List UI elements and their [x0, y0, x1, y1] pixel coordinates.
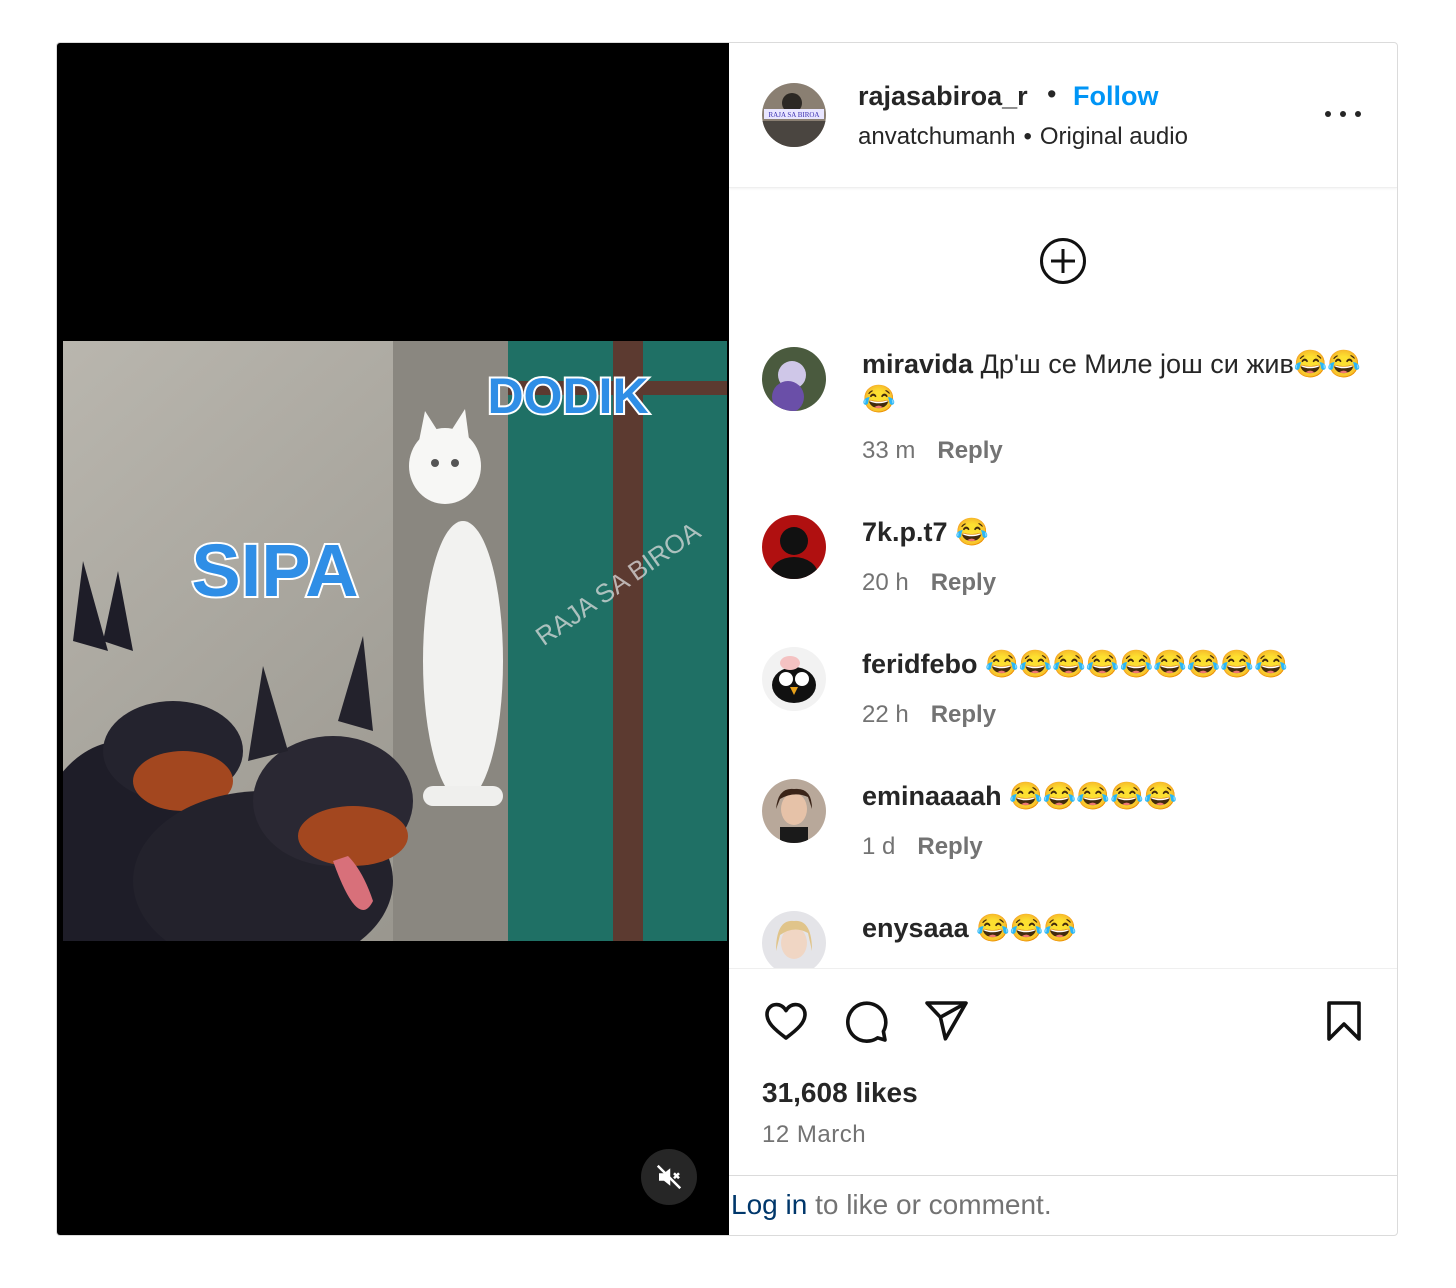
video-still: SIPA DODIK RAJA SA BIROA	[63, 341, 727, 941]
commenter-avatar[interactable]	[762, 911, 826, 968]
comment-username[interactable]: feridfebo	[862, 649, 978, 679]
like-button[interactable]	[762, 997, 810, 1045]
comment-text: 😂😂😂	[976, 913, 1077, 943]
audio-title[interactable]: Original audio	[1040, 123, 1188, 150]
comment-username[interactable]: enysaaa	[862, 913, 969, 943]
commenter-avatar[interactable]	[762, 779, 826, 843]
actions-divider	[729, 968, 1397, 969]
comment-time: 1 d	[862, 833, 896, 860]
add-comment-button[interactable]	[1038, 236, 1088, 286]
comment-text: 😂	[955, 517, 989, 547]
reply-button[interactable]: Reply	[917, 833, 982, 860]
svg-text:RAJA SA BIROA: RAJA SA BIROA	[769, 111, 820, 119]
comment-time: 33 m	[862, 437, 916, 464]
save-button[interactable]	[1320, 997, 1368, 1045]
post-header: RAJA SA BIROA rajasabiroa_r • Follow anv…	[729, 43, 1397, 188]
mute-icon	[656, 1164, 682, 1190]
comment-icon	[846, 1001, 888, 1043]
reply-button[interactable]: Reply	[937, 437, 1002, 464]
post-date: 12 March	[762, 1121, 867, 1148]
more-options-button[interactable]	[1323, 99, 1363, 129]
bookmark-icon	[1327, 1001, 1361, 1041]
share-button[interactable]	[922, 997, 970, 1045]
login-link[interactable]: Log in	[731, 1189, 807, 1220]
likes-count[interactable]: 31,608 likes	[762, 1077, 918, 1109]
author-avatar[interactable]: RAJA SA BIROA	[762, 83, 826, 147]
login-prompt: Log in to like or comment.	[731, 1189, 1052, 1221]
mute-button[interactable]	[641, 1149, 697, 1205]
share-icon	[925, 1001, 968, 1041]
comment-username[interactable]: eminaaaah	[862, 781, 1002, 811]
instagram-embed: SIPA DODIK RAJA SA BIROA RAJA SA BIROA r…	[56, 42, 1398, 1236]
video-label-left: SIPA	[191, 529, 358, 612]
comment-time: 22 h	[862, 701, 909, 728]
reply-button[interactable]: Reply	[931, 569, 996, 596]
follow-button[interactable]: Follow	[1073, 81, 1158, 112]
separator-dot: •	[1047, 79, 1057, 109]
commenter-avatar[interactable]	[762, 647, 826, 711]
footer-divider	[729, 1175, 1397, 1176]
audio-author[interactable]: anvatchumanh	[858, 123, 1015, 150]
video-player[interactable]: SIPA DODIK RAJA SA BIROA	[57, 43, 729, 1235]
comment-text: 😂😂😂😂😂😂😂😂😂	[985, 649, 1288, 679]
comments-list[interactable]: miravida Др'ш се Миле још си жив😂😂😂 33 m…	[729, 333, 1397, 968]
separator-dot: •	[1023, 123, 1032, 150]
add-comment-icon	[1040, 238, 1086, 284]
author-username[interactable]: rajasabiroa_r	[858, 81, 1028, 112]
comment-username[interactable]: 7k.p.t7	[862, 517, 948, 547]
post-sidebar: RAJA SA BIROA rajasabiroa_r • Follow anv…	[729, 43, 1397, 1235]
comment-text: 😂😂😂😂😂	[1009, 781, 1178, 811]
video-frame[interactable]: SIPA DODIK RAJA SA BIROA	[63, 341, 727, 941]
heart-icon	[765, 1002, 807, 1040]
comment-time: 20 h	[862, 569, 909, 596]
commenter-avatar[interactable]	[762, 347, 826, 411]
reply-button[interactable]: Reply	[931, 701, 996, 728]
comment-username[interactable]: miravida	[862, 349, 973, 379]
audio-info[interactable]: anvatchumanh • Original audio	[858, 123, 1188, 151]
more-icon	[1325, 111, 1331, 117]
login-prompt-text: to like or comment.	[807, 1189, 1052, 1220]
video-label-right: DODIK	[487, 368, 648, 424]
commenter-avatar[interactable]	[762, 515, 826, 579]
comment-button[interactable]	[842, 997, 890, 1045]
